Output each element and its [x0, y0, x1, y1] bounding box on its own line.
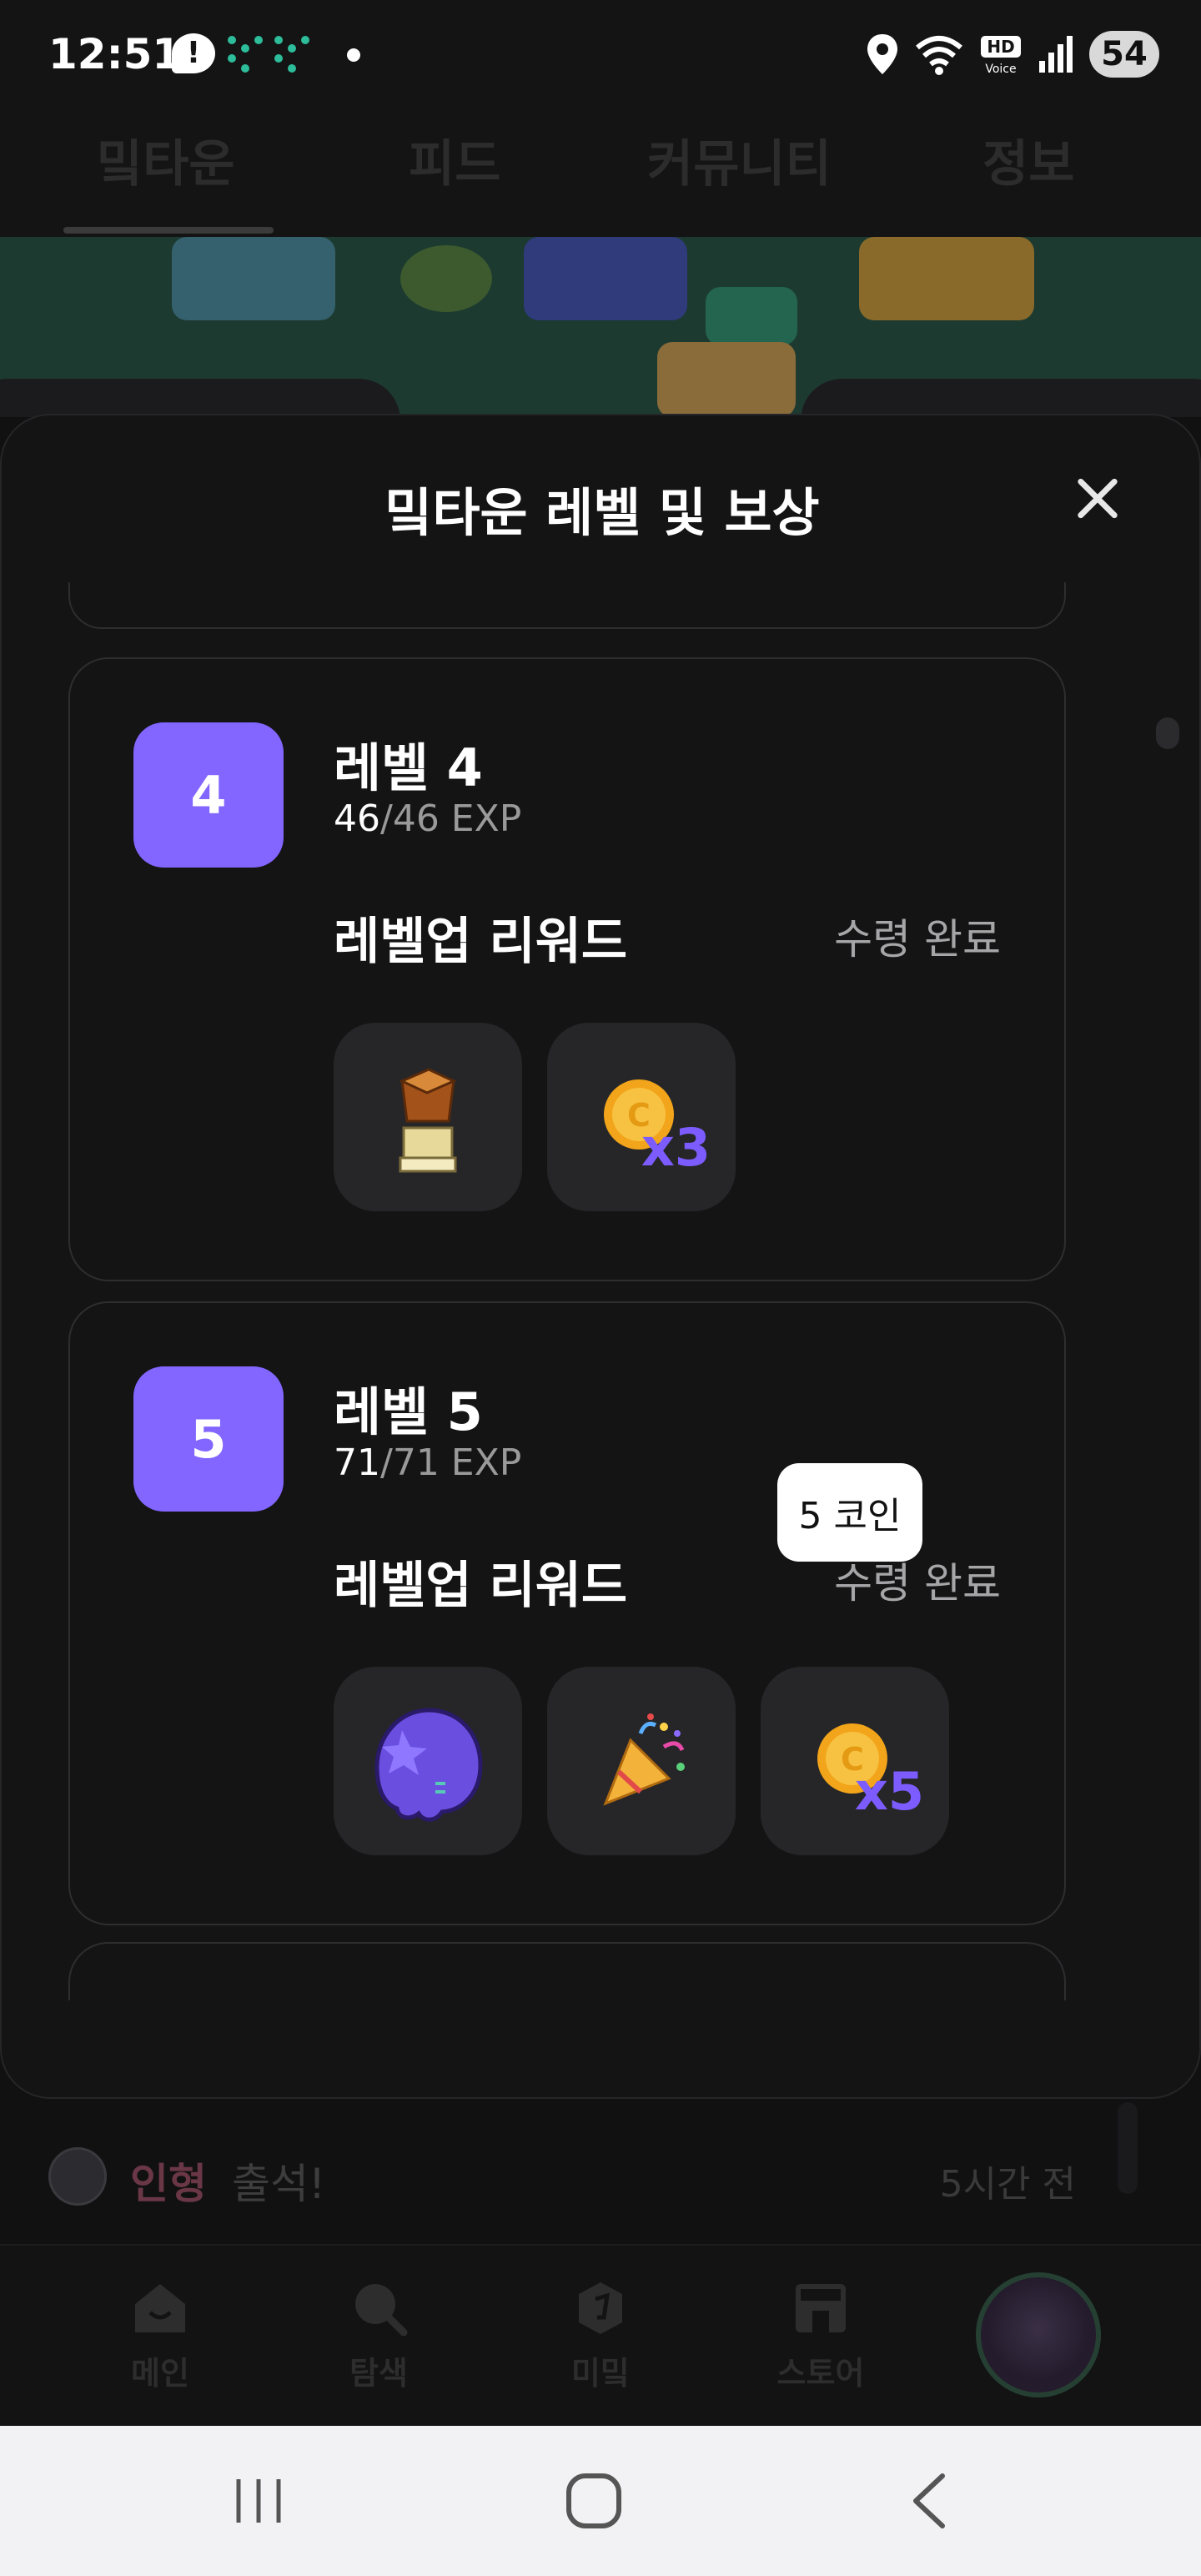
chat-row: 인형 출석! 5시간 전 [0, 2102, 1201, 2244]
reward-status: 수령 완료 [834, 915, 1001, 963]
reward-item[interactable]: C x3 [547, 1023, 736, 1211]
status-icons: HD Voice 54 [866, 25, 1159, 83]
map-building [859, 237, 1034, 320]
system-nav-bar [0, 2426, 1201, 2576]
svg-text:HD: HD [987, 37, 1014, 57]
tab-indicator [63, 227, 274, 234]
map-building [706, 287, 797, 345]
wifi-icon [916, 36, 962, 75]
store-icon [796, 2284, 846, 2332]
exp-total: /71 EXP [380, 1441, 522, 1484]
map-panel [0, 379, 400, 417]
hd-voice-icon: HD Voice [981, 36, 1021, 76]
profile-avatar[interactable] [976, 2272, 1101, 2397]
reward-item[interactable] [547, 1667, 736, 1855]
location-icon [867, 34, 897, 74]
nav-item-mimic[interactable]: 미밐 [534, 2279, 667, 2393]
level-rewards-modal: 밐타운 레벨 및 보상 4 레벨 4 46/46 EXP 레벨업 리워드 수령 … [0, 414, 1201, 2099]
level-card: 5 레벨 5 71/71 EXP 레벨업 리워드 수령 완료 C x5 [68, 1301, 1066, 1925]
chat-user-name: 인형 [130, 2160, 207, 2208]
tab-mimictown[interactable]: 밐타운 [97, 123, 235, 196]
scrollbar[interactable] [1156, 717, 1179, 749]
bottom-nav: 메인 탐색 미밐 스토어 [0, 2244, 1201, 2426]
status-dot-icon [347, 48, 360, 62]
tab-feed[interactable]: 피드 [409, 123, 500, 196]
map-tree [400, 245, 492, 312]
reward-item[interactable] [334, 1023, 522, 1211]
avatar [48, 2147, 107, 2206]
purple-ghost-icon [374, 1708, 483, 1822]
level-badge: 4 [133, 722, 284, 868]
level-card-next [68, 1942, 1066, 2000]
nav-label: 메인 [131, 2355, 189, 2392]
reward-heading: 레벨업 리워드 [334, 913, 628, 971]
home-button-icon[interactable] [560, 2468, 627, 2534]
nav-item-store[interactable]: 스토어 [754, 2279, 887, 2393]
tab-community[interactable]: 커뮤니티 [647, 123, 832, 196]
reward-items: C x3 [334, 1023, 736, 1211]
level-card: 4 레벨 4 46/46 EXP 레벨업 리워드 수령 완료 C x3 [68, 657, 1066, 1281]
level-exp: 71/71 EXP [334, 1441, 521, 1484]
reward-tooltip: 5 코인 [777, 1463, 922, 1562]
town-map [0, 237, 1201, 417]
map-building [524, 237, 687, 320]
reward-heading: 레벨업 리워드 [334, 1557, 628, 1615]
home-icon [135, 2284, 185, 2332]
top-tabs: 밐타운 피드 커뮤니티 정보 [0, 108, 1201, 237]
party-popper-icon [603, 1713, 685, 1806]
level-list[interactable]: 4 레벨 4 46/46 EXP 레벨업 리워드 수령 완료 C x3 5 레벨… [2, 582, 1199, 2000]
close-button[interactable] [1066, 467, 1129, 531]
reward-items: C x5 [334, 1667, 949, 1855]
exp-total: /46 EXP [380, 797, 522, 840]
chat-scrollbar [1118, 2102, 1138, 2194]
chat-message: 출석! [232, 2160, 326, 2208]
trophy-box-icon [399, 1068, 457, 1173]
exp-current: 71 [334, 1441, 380, 1484]
nav-item-search[interactable]: 탐색 [312, 2279, 445, 2393]
reward-quantity: x5 [854, 1761, 924, 1822]
level-title: 레벨 4 [334, 737, 483, 798]
svg-text:Voice: Voice [985, 63, 1016, 76]
reward-item[interactable] [334, 1667, 522, 1855]
level-card-previous [68, 582, 1066, 629]
nav-label: 탐색 [349, 2355, 408, 2392]
level-title: 레벨 5 [334, 1381, 483, 1442]
modal-title: 밐타운 레벨 및 보상 [384, 482, 820, 543]
notification-icon: ! [172, 33, 215, 73]
signal-icon [1039, 36, 1073, 73]
app-dots-icon [228, 36, 309, 73]
reward-quantity: x3 [641, 1117, 711, 1178]
map-panel [801, 379, 1201, 417]
reward-item[interactable]: C x5 [761, 1667, 949, 1855]
battery-icon: 54 [1089, 31, 1159, 78]
nav-label: 스토어 [776, 2355, 865, 2392]
chat-timestamp: 5시간 전 [939, 2163, 1076, 2206]
nav-item-main[interactable]: 메인 [93, 2279, 227, 2393]
search-icon [355, 2284, 408, 2336]
exp-current: 46 [334, 797, 380, 840]
status-bar: 12:51 ! HD Voice 54 [0, 0, 1201, 108]
nav-label: 미밐 [571, 2355, 630, 2392]
status-time: 12:51 [48, 30, 182, 78]
tab-info[interactable]: 정보 [982, 123, 1074, 196]
level-exp: 46/46 EXP [334, 797, 521, 840]
recent-apps-icon[interactable] [225, 2468, 292, 2534]
back-icon[interactable] [897, 2468, 964, 2534]
level-badge: 5 [133, 1366, 284, 1512]
mimic-icon [579, 2282, 622, 2334]
map-building [657, 342, 796, 417]
map-building [172, 237, 335, 320]
